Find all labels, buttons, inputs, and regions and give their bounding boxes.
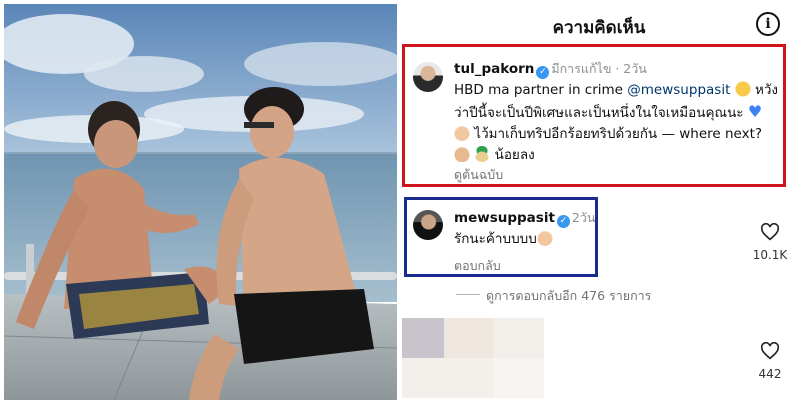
verified-badge-icon: ✓ (536, 66, 550, 79)
page-title: ความคิดเห็น (552, 18, 646, 38)
blue-heart-icon: ♥ (747, 102, 763, 121)
comment-text-part: หวัง (750, 82, 779, 98)
like-count: 442 (758, 367, 782, 381)
replies-divider (456, 294, 480, 295)
verified-badge-icon: ✓ (556, 215, 570, 228)
comment-header: mewsuppasit ✓ 2วัน (454, 207, 614, 229)
heart-hands-icon (454, 125, 470, 141)
reply-button[interactable]: ตอบกลับ (454, 256, 501, 276)
comment-header: tul_pakorn ✓ มีการแก้ไข · 2วัน (454, 61, 647, 79)
see-original-link[interactable]: ดูต้นฉบับ (454, 165, 503, 185)
comment-time: 2วัน (571, 210, 596, 225)
like-count: 10.1K (752, 248, 788, 262)
info-icon[interactable]: i (756, 12, 780, 36)
comment-text: รักนะค้าบบบบ (454, 231, 537, 247)
blurred-content (494, 318, 544, 358)
post-photo (4, 4, 397, 400)
blurred-content (494, 358, 544, 398)
comments-panel: ความคิดเห็น i tul_pakorn ✓ มีการแก้ไข · 2ว… (398, 0, 800, 404)
comment-body: รักนะค้าบบบบ (454, 229, 614, 250)
blurred-content (402, 358, 494, 398)
island-icon (474, 146, 491, 162)
comment-username[interactable]: mewsuppasit (454, 210, 555, 226)
view-replies-link[interactable]: ดูการตอบกลับอีก 476 รายการ (486, 286, 651, 306)
mention-link[interactable]: @mewsuppasit (627, 82, 730, 98)
thumbs-up-icon (454, 146, 470, 162)
crying-face-icon (734, 81, 751, 97)
comment-time: 2วัน (623, 61, 647, 76)
comment-text-line: ว่าปีนี้จะเป็นปีพิเศษและเป็นหนึ่งในใจเหม… (454, 105, 748, 121)
avatar[interactable] (413, 62, 443, 92)
like-heart-icon[interactable] (760, 223, 780, 241)
comment-body: HBD ma partner in crime @mewsuppasit หวั… (454, 80, 784, 166)
avatar[interactable] (413, 210, 443, 240)
comment-username[interactable]: tul_pakorn (454, 61, 534, 77)
beach-photo-illustration (4, 4, 397, 400)
blurred-content (444, 318, 494, 358)
heart-hands-icon (536, 230, 553, 246)
blurred-avatar (402, 318, 444, 358)
comment-text-part: HBD ma partner in crime (454, 82, 628, 98)
edited-label: มีการแก้ไข (551, 61, 612, 76)
see-less-link[interactable]: น้อยลง (495, 147, 535, 163)
like-heart-icon[interactable] (760, 342, 780, 360)
comment-text-line: ไว้มาเก็บทริปอีกร้อยทริปด้วยกัน — where … (470, 126, 763, 142)
